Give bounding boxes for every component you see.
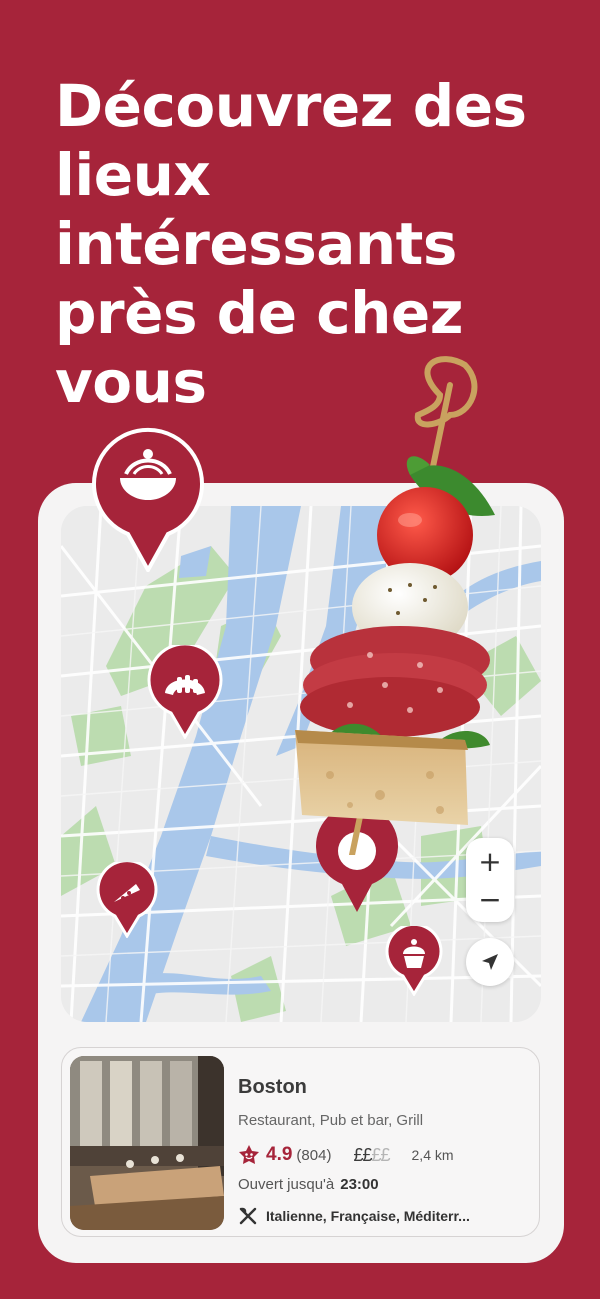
cuisine-list: Italienne, Française, Méditerr... [266, 1208, 470, 1224]
restaurant-name: Boston [238, 1076, 307, 1098]
zoom-out-button[interactable]: − [466, 878, 514, 920]
restaurant-type: Restaurant, Pub et bar, Grill [238, 1112, 424, 1129]
rating-score: 4.9 [266, 1144, 293, 1165]
opening-hours: Ouvert jusqu'à 23:00 [238, 1176, 379, 1193]
locate-me-button[interactable] [466, 938, 514, 986]
food-skewer-illustration [290, 355, 500, 860]
review-count: (804) [296, 1146, 332, 1164]
pin-pizza[interactable] [96, 859, 158, 939]
open-label: Ouvert jusqu'à [238, 1176, 335, 1193]
navigation-arrow-icon [482, 954, 498, 970]
distance: 2,4 km [411, 1147, 454, 1163]
pin-pasta[interactable] [90, 426, 206, 575]
pin-cupcake[interactable] [385, 922, 443, 997]
rating-star-icon [239, 1145, 259, 1164]
pin-croissant[interactable] [147, 642, 223, 740]
open-time: 23:00 [340, 1176, 379, 1193]
rating-row: 4.9 (804) ££ ££ 2,4 km [238, 1142, 454, 1168]
price-level-active: ££ [353, 1144, 372, 1165]
cutlery-icon [239, 1207, 257, 1225]
cuisine-row: Italienne, Française, Méditerr... [238, 1204, 470, 1228]
price-level-inactive: ££ [371, 1144, 390, 1165]
restaurant-photo [70, 1056, 224, 1230]
restaurant-card[interactable]: Boston Restaurant, Pub et bar, Grill 4.9… [61, 1047, 540, 1237]
